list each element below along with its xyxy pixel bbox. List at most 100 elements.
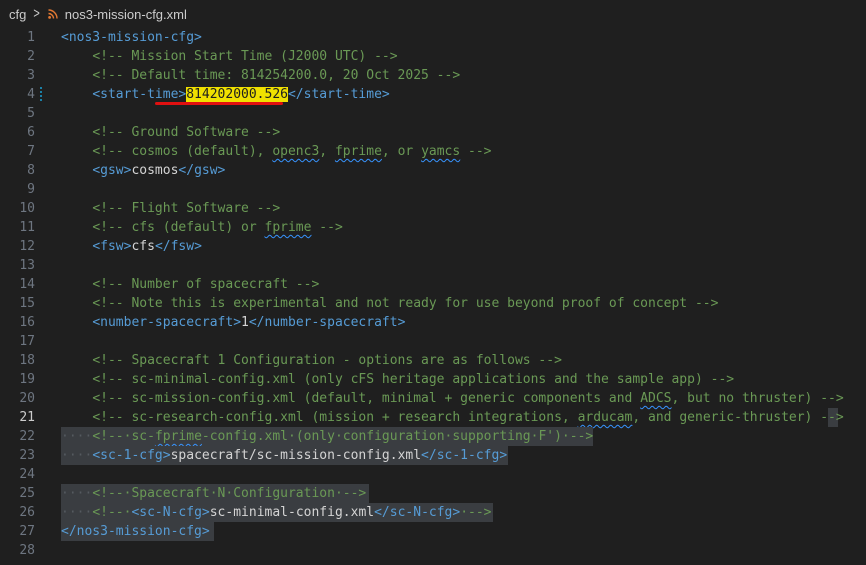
breadcrumb-file[interactable]: nos3-mission-cfg.xml: [65, 7, 187, 22]
code-token: openc3: [272, 144, 320, 159]
code-token: fprime: [334, 144, 382, 159]
code-text: <nos3-mission-cfg>: [61, 28, 202, 47]
line-number: 8: [27, 163, 35, 178]
code-line[interactable]: 15 <!-- Note this is experimental and no…: [0, 294, 866, 313]
code-token: <!-- Spacecraft 1 Configuration - option…: [92, 353, 562, 368]
code-token: cosmos: [131, 163, 179, 178]
code-token: ····: [61, 505, 93, 520]
line-number: 5: [27, 106, 35, 121]
highlighted-value: 814202000.526: [186, 87, 288, 102]
code-line[interactable]: 26 ····<!--·<sc-N-cfg>sc-minimal-config.x…: [0, 503, 866, 522]
code-line[interactable]: 11 <!-- cfs (default) or fprime -->: [0, 218, 866, 237]
code-text: <!-- Mission Start Time (J2000 UTC) -->: [61, 47, 398, 66]
chevron-right-icon: >: [33, 6, 40, 22]
code-editor[interactable]: 1 <nos3-mission-cfg> 2 <!-- Mission Start …: [0, 28, 866, 565]
code-token: ·-->: [460, 505, 492, 520]
code-token: sc-minimal-config.xml: [209, 505, 375, 520]
code-line[interactable]: 8 <gsw>cosmos</gsw>: [0, 161, 866, 180]
code-token: </sc-1-cfg>: [421, 448, 508, 463]
code-line[interactable]: 13: [0, 256, 866, 275]
code-text: <!-- Number of spacecraft -->: [61, 275, 319, 294]
code-token: , but no thruster) -->: [671, 391, 844, 406]
line-number: 4: [27, 87, 35, 102]
code-token: </start-time>: [287, 87, 390, 102]
code-line[interactable]: 27 </nos3-mission-cfg>: [0, 522, 866, 541]
code-line[interactable]: 19 <!-- sc-minimal-config.xml (only cFS …: [0, 370, 866, 389]
code-token: <sc-N-cfg>: [131, 505, 210, 520]
code-text: ····<sc-1-cfg>spacecraft/sc-mission-conf…: [61, 446, 507, 465]
code-token: -->: [460, 144, 492, 159]
code-line[interactable]: 24: [0, 465, 866, 484]
code-token: ····: [61, 448, 93, 463]
code-line[interactable]: 2 <!-- Mission Start Time (J2000 UTC) --…: [0, 47, 866, 66]
code-line[interactable]: 22 ····<!--·sc-fprime-config.xml·(only·co…: [0, 427, 866, 446]
code-line[interactable]: 4 <start-time>814202000.526</start-time>: [0, 85, 866, 105]
code-text: </nos3-mission-cfg>: [61, 522, 210, 541]
code-text: <!-- Ground Software -->: [61, 123, 280, 142]
code-line[interactable]: 23 ····<sc-1-cfg>spacecraft/sc-mission-co…: [0, 446, 866, 465]
modified-line-indicator: [40, 87, 42, 102]
code-token: </number-spacecraft>: [248, 315, 406, 330]
line-number: 28: [19, 543, 35, 558]
line-number: 27: [19, 524, 35, 539]
rss-file-icon: [47, 9, 58, 19]
code-text: ····<!--·Spacecraft·N·Configuration·-->: [61, 484, 366, 503]
code-token: ADCS: [640, 391, 672, 406]
line-number: 10: [19, 201, 35, 216]
code-token: spacecraft/sc-mission-config.xml: [170, 448, 422, 463]
code-line[interactable]: 16 <number-spacecraft>1</number-spacecra…: [0, 313, 866, 332]
code-line[interactable]: 10 <!-- Flight Software -->: [0, 199, 866, 218]
code-token: <!-- sc-minimal-config.xml (only cFS her…: [92, 372, 735, 387]
code-line[interactable]: 5: [0, 104, 866, 123]
code-text: ····<!--·sc-fprime-config.xml·(only·conf…: [61, 427, 593, 446]
code-text: <!-- sc-research-config.xml (mission + r…: [61, 408, 843, 427]
line-number: 18: [19, 353, 35, 368]
breadcrumb: cfg > nos3-mission-cfg.xml: [0, 0, 866, 28]
code-line[interactable]: 28: [0, 541, 866, 560]
code-token: <!--·sc-: [92, 429, 155, 444]
line-number: 13: [19, 258, 35, 273]
code-text: <fsw>cfs</fsw>: [61, 237, 202, 256]
code-token: , or: [381, 144, 422, 159]
code-line[interactable]: 9: [0, 180, 866, 199]
code-token: <!-- Number of spacecraft -->: [92, 277, 320, 292]
line-number: 17: [19, 334, 35, 349]
code-line[interactable]: 18 <!-- Spacecraft 1 Configuration - opt…: [0, 351, 866, 370]
code-token: ····: [61, 429, 93, 444]
code-token: </gsw>: [178, 163, 226, 178]
code-token: <!-- Flight Software -->: [92, 201, 281, 216]
code-token: <!--·: [92, 505, 132, 520]
code-line[interactable]: 7 <!-- cosmos (default), openc3, fprime,…: [0, 142, 866, 161]
code-line[interactable]: 3 <!-- Default time: 814254200.0, 20 Oct…: [0, 66, 866, 85]
code-line[interactable]: 17: [0, 332, 866, 351]
code-token: <!--·Spacecraft·N·Configuration·-->: [92, 486, 367, 501]
line-number: 19: [19, 372, 35, 387]
code-line[interactable]: 21 <!-- sc-research-config.xml (mission …: [0, 408, 866, 427]
line-number: 14: [19, 277, 35, 292]
code-line[interactable]: 14 <!-- Number of spacecraft -->: [0, 275, 866, 294]
code-text: <!-- Note this is experimental and not r…: [61, 294, 718, 313]
code-token: <!-- Mission Start Time (J2000 UTC) -->: [92, 49, 398, 64]
code-line[interactable]: 12 <fsw>cfs</fsw>: [0, 237, 866, 256]
line-number: 20: [19, 391, 35, 406]
code-token: ,: [319, 144, 335, 159]
code-token: <number-spacecraft>: [92, 315, 242, 330]
code-line[interactable]: 6 <!-- Ground Software -->: [0, 123, 866, 142]
code-text: <!-- sc-mission-config.xml (default, min…: [61, 389, 844, 408]
code-line[interactable]: 1 <nos3-mission-cfg>: [0, 28, 866, 47]
line-number: 22: [19, 429, 35, 444]
breadcrumb-folder[interactable]: cfg: [9, 7, 26, 22]
code-line[interactable]: 25 ····<!--·Spacecraft·N·Configuration·--…: [0, 484, 866, 503]
line-number: 15: [19, 296, 35, 311]
code-text: <gsw>cosmos</gsw>: [61, 161, 225, 180]
code-line[interactable]: 20 <!-- sc-mission-config.xml (default, …: [0, 389, 866, 408]
code-token: <gsw>: [92, 163, 132, 178]
